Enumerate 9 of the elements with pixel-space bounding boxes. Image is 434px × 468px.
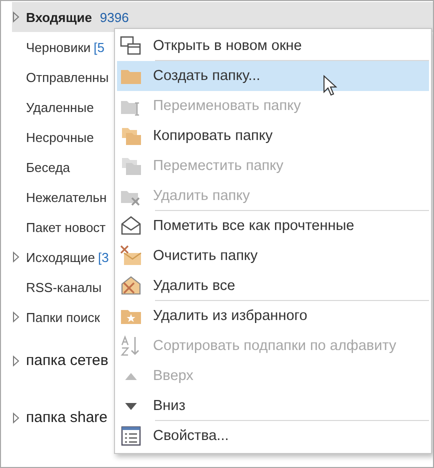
unread-count: [3 bbox=[98, 250, 109, 264]
folder-name: Папки поиск bbox=[26, 310, 100, 324]
folder-name: Исходящие bbox=[26, 250, 95, 264]
unread-count: 9396 bbox=[100, 10, 129, 24]
folder-name: Черновики bbox=[26, 40, 91, 54]
unread-count: [5 bbox=[94, 40, 104, 54]
folder-name: Входящие bbox=[26, 10, 92, 24]
folder-name: папка share bbox=[26, 409, 108, 426]
folder-name: папка сетев bbox=[26, 352, 108, 369]
